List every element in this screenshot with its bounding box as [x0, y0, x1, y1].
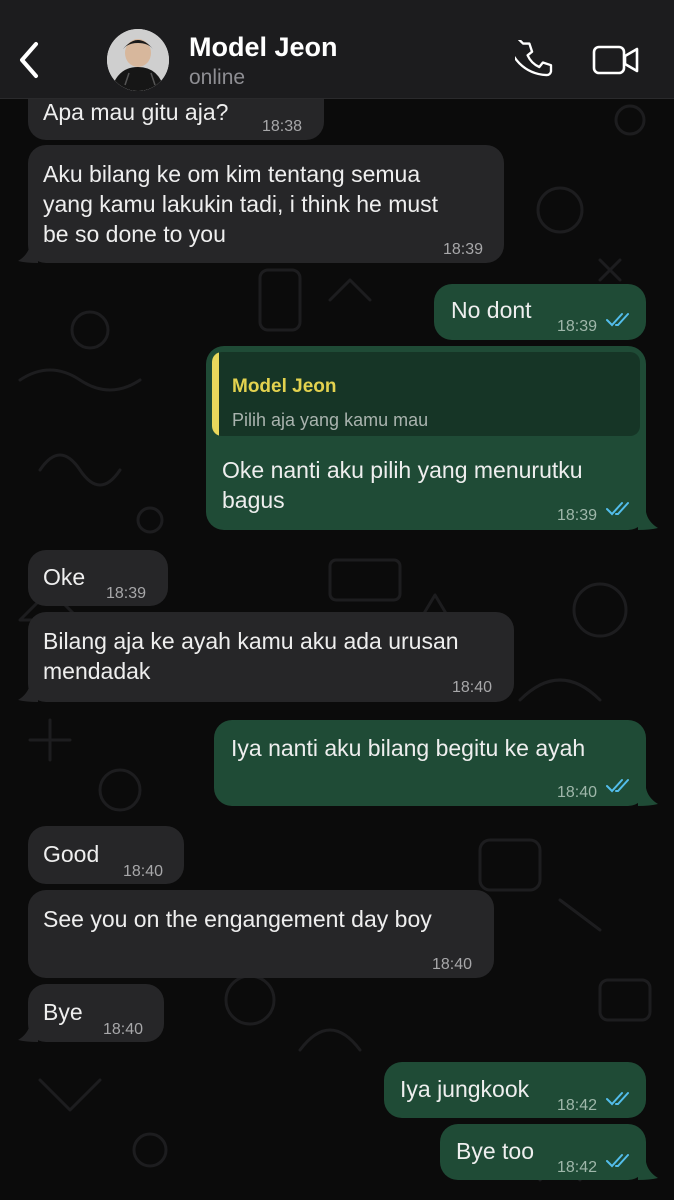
- video-camera-icon[interactable]: [592, 42, 640, 78]
- message-incoming[interactable]: Oke 18:39: [28, 550, 168, 606]
- avatar-image: [107, 29, 169, 91]
- quoted-message[interactable]: Model Jeon Pilih aja yang kamu mau: [212, 352, 640, 436]
- quoted-text: Pilih aja yang kamu mau: [232, 410, 429, 430]
- message-text: No dont: [451, 297, 532, 323]
- read-receipt-icon: [606, 1092, 629, 1106]
- message-incoming[interactable]: Bilang aja ke ayah kamu aku ada urusan m…: [28, 612, 514, 702]
- read-receipt-icon: [606, 502, 629, 516]
- message-text: Bye too: [456, 1138, 534, 1164]
- message-text: See you on the engangement day boy: [43, 906, 432, 932]
- message-time: 18:39: [557, 318, 598, 335]
- quoted-sender: Model Jeon: [232, 376, 337, 397]
- message-outgoing[interactable]: Iya jungkook 18:42: [384, 1062, 646, 1118]
- message-time: 18:40: [123, 863, 164, 880]
- quote-accent-bar: [212, 352, 219, 436]
- message-time: 18:42: [557, 1159, 598, 1176]
- message-incoming[interactable]: Good 18:40: [28, 826, 184, 884]
- bubble-tail: [18, 1024, 38, 1042]
- message-text: Iya jungkook: [400, 1076, 530, 1102]
- message-text-line: Aku bilang ke om kim tentang semua: [43, 161, 421, 187]
- message-outgoing[interactable]: Iya nanti aku bilang begitu ke ayah 18:4…: [214, 720, 646, 806]
- message-time: 18:39: [557, 507, 598, 524]
- chat-header: Model Jeon online: [0, 0, 674, 99]
- message-text: Good: [43, 841, 100, 867]
- message-outgoing[interactable]: Bye too 18:42: [440, 1124, 646, 1180]
- message-time: 18:39: [106, 585, 147, 602]
- message-text-line: Oke nanti aku pilih yang menurutku: [222, 457, 583, 483]
- message-text-line: Bilang aja ke ayah kamu aku ada urusan: [43, 628, 459, 654]
- message-text-line: be so done to you: [43, 221, 226, 247]
- contact-status: online: [189, 66, 246, 89]
- message-time: 18:38: [262, 118, 303, 135]
- message-time: 18:40: [103, 1021, 144, 1038]
- read-receipt-icon: [606, 313, 629, 327]
- bubble-tail: [638, 788, 658, 806]
- message-text: Bye: [43, 999, 83, 1025]
- read-receipt-icon: [606, 1154, 629, 1168]
- chevron-left-icon[interactable]: [14, 38, 44, 82]
- bubble-tail: [638, 512, 658, 530]
- message-time: 18:39: [443, 241, 484, 258]
- bubble-tail: [18, 684, 38, 702]
- message-text-line: bagus: [222, 487, 285, 513]
- message-time: 18:40: [557, 784, 598, 801]
- message-outgoing-reply[interactable]: Model Jeon Pilih aja yang kamu mau Oke n…: [206, 346, 646, 530]
- message-text-line: yang kamu lakukin tadi, i think he must: [43, 191, 439, 217]
- message-time: 18:40: [432, 956, 473, 973]
- message-text: Apa mau gitu aja?: [43, 99, 229, 125]
- message-text: Iya nanti aku bilang begitu ke ayah: [231, 735, 586, 761]
- message-text: Oke: [43, 564, 86, 590]
- message-text-line: mendadak: [43, 658, 151, 684]
- message-time: 18:42: [557, 1097, 598, 1114]
- message-incoming[interactable]: See you on the engangement day boy 18:40: [28, 890, 494, 978]
- bubble-tail: [18, 245, 38, 263]
- bubble-tail: [638, 1162, 658, 1180]
- message-incoming[interactable]: Bye 18:40: [28, 984, 164, 1042]
- message-incoming[interactable]: Aku bilang ke om kim tentang semua yang …: [28, 145, 504, 263]
- message-outgoing[interactable]: No dont 18:39: [434, 284, 646, 340]
- contact-name[interactable]: Model Jeon: [189, 32, 338, 63]
- read-receipt-icon: [606, 779, 629, 793]
- message-time: 18:40: [452, 679, 493, 696]
- avatar[interactable]: [107, 29, 169, 91]
- phone-icon[interactable]: [515, 40, 557, 82]
